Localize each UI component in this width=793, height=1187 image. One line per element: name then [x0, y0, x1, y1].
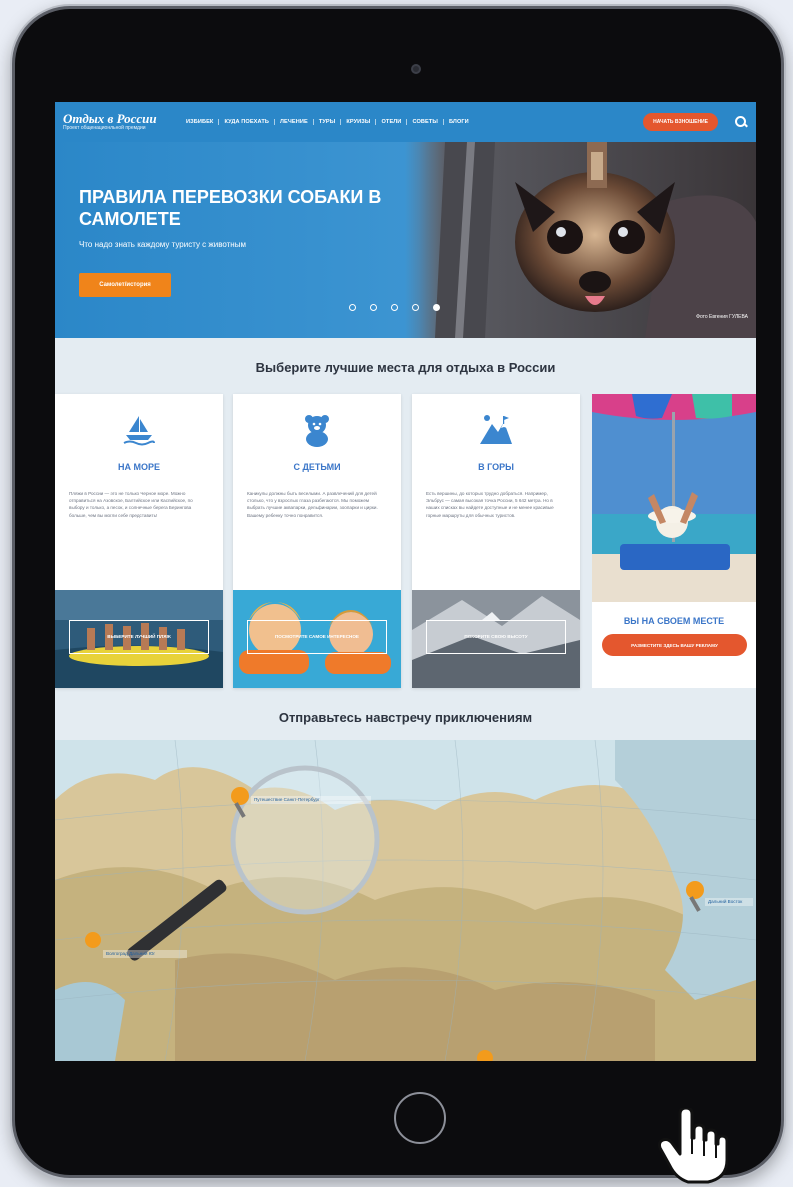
- hero-slider: ПРАВИЛА ПЕРЕВОЗКИ СОБАКИ В САМОЛЕТЕ Что …: [55, 142, 756, 338]
- card-kids[interactable]: С ДЕТЬМИ Каникулы должны быть веселыми. …: [233, 394, 401, 688]
- nav-item-blogi[interactable]: БЛОГИ: [444, 119, 474, 125]
- logo-title: Отдых в России: [63, 111, 157, 126]
- main-nav: ИЗБИБЕК КУДА ПОЕХАТЬ ЛЕЧЕНИЕ ТУРЫ КРУИЗЫ…: [181, 119, 633, 125]
- ad-beach-photo: [592, 394, 756, 602]
- slider-dot-4[interactable]: [412, 304, 419, 311]
- search-icon[interactable]: [734, 115, 748, 129]
- photo-credit: Фото Евгения ГУЛЕВА: [696, 314, 748, 320]
- site-logo[interactable]: Отдых в России Проект общенационльной пр…: [63, 112, 181, 132]
- nav-item-tury[interactable]: ТУРЫ: [314, 119, 342, 125]
- card-text: Каникулы должны быть веселыми. А развлеч…: [247, 491, 378, 518]
- nav-item-sovety[interactable]: СОВЕТЫ: [407, 119, 444, 125]
- card-mountains[interactable]: В ГОРЫ Есть вершины, до которых трудно д…: [412, 394, 580, 688]
- slider-dot-5[interactable]: [433, 304, 440, 311]
- slider-dot-1[interactable]: [349, 304, 356, 311]
- hero-subtitle: Что надо знать каждому туристу с животны…: [79, 240, 246, 249]
- hero-button[interactable]: Самолет/история: [79, 273, 171, 297]
- card-text: Есть вершины, до которых трудно добратьс…: [426, 491, 554, 518]
- hand-pointer-icon: [658, 1108, 728, 1184]
- map-illustration: [55, 740, 756, 1061]
- slider-dot-3[interactable]: [391, 304, 398, 311]
- nav-item-oteli[interactable]: ОТЕЛИ: [376, 119, 408, 125]
- card-text: Пляжи в России — это не только Черное мо…: [69, 491, 193, 518]
- russia-map[interactable]: Путешествие Санкт-Петербург Дальний Вост…: [55, 740, 756, 1061]
- card-title: НА МОРЕ: [117, 462, 160, 472]
- sea-icon: [55, 412, 223, 448]
- card-photo-button[interactable]: ПОСМОТРИТЕ САМОЕ ИНТЕРЕСНОЕ: [247, 620, 387, 654]
- map-label[interactable]: Путешествие Санкт-Петербург: [251, 796, 371, 804]
- card-photo-button[interactable]: ВЫБЕРИТЕ ЛУЧШИЙ ПЛЯЖ: [69, 620, 209, 654]
- card-title: В ГОРЫ: [478, 462, 514, 472]
- ad-button[interactable]: РАЗМЕСТИТЕ ЗДЕСЬ ВАШУ РЕКЛАМУ: [602, 634, 747, 656]
- mountain-icon: [412, 412, 580, 448]
- site-header: Отдых в России Проект общенационльной пр…: [55, 102, 756, 142]
- card-photo-button[interactable]: ПОКОРИТЕ СВОЮ ВЫСОТУ: [426, 620, 566, 654]
- map-label[interactable]: Волгоград Дальний Юг: [103, 950, 187, 958]
- logo-subtitle: Проект общенационльной премдии: [63, 125, 146, 131]
- card-sea[interactable]: НА МОРЕ Пляжи в России — это не только Ч…: [55, 394, 223, 688]
- nav-item-izbibek[interactable]: ИЗБИБЕК: [181, 119, 220, 125]
- card-title: С ДЕТЬМИ: [293, 462, 341, 472]
- adventure-title: Отправьтесь навстречу приключениям: [278, 710, 533, 725]
- ad-card: ВЫ НА СВОЕМ МЕСТЕ РАЗМЕСТИТЕ ЗДЕСЬ ВАШУ …: [592, 394, 756, 688]
- map-label[interactable]: Дальний Восток: [705, 898, 753, 906]
- nav-item-kruizy[interactable]: КРУИЗЫ: [341, 119, 377, 125]
- hero-title: ПРАВИЛА ПЕРЕВОЗКИ СОБАКИ В САМОЛЕТЕ: [79, 187, 382, 229]
- teddy-bear-icon: [233, 412, 401, 448]
- nav-item-kuda-poehat[interactable]: КУДА ПОЕХАТЬ: [219, 119, 275, 125]
- slider-dot-2[interactable]: [370, 304, 377, 311]
- camera-icon: [411, 64, 421, 74]
- best-places-title: Выберите лучшие места для отдыха в Росси…: [255, 360, 556, 375]
- home-button[interactable]: [394, 1092, 446, 1144]
- header-cta-button[interactable]: НАЧАТЬ ВЗНОШЕНИЕ: [643, 113, 718, 131]
- nav-item-lechenie[interactable]: ЛЕЧЕНИЕ: [275, 119, 314, 125]
- ad-title: ВЫ НА СВОЕМ МЕСТЕ: [623, 616, 725, 626]
- tablet-screen: Отдых в России Проект общенационльной пр…: [55, 102, 756, 1061]
- slider-dots: [349, 304, 440, 311]
- hero-dog-photo: [405, 142, 756, 338]
